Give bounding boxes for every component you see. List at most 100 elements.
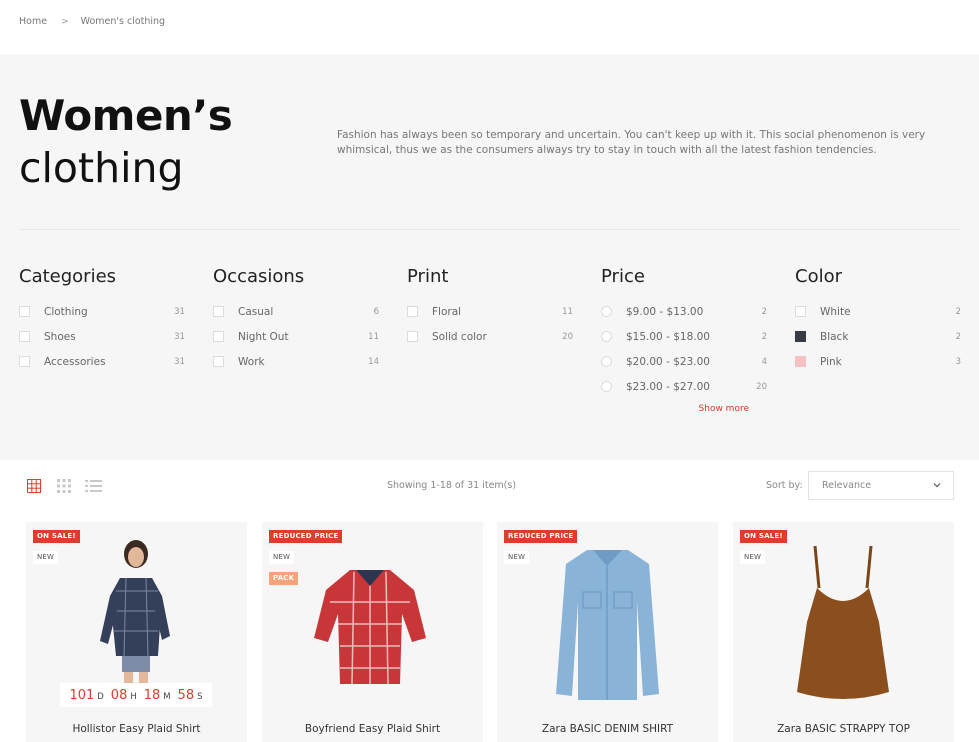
facet-title: Print	[407, 266, 449, 287]
facet-categories: Categories Clothing 31 Shoes 31 Accessorie…	[19, 266, 185, 374]
checkbox[interactable]	[19, 306, 30, 317]
facet-price: Price $9.00 - $13.00 2 $15.00 - $18.00 2 $…	[601, 266, 767, 414]
facet-item-clothing[interactable]: Clothing 31	[19, 299, 185, 324]
breadcrumb: Home > Women's clothing	[19, 16, 165, 27]
facet-item-count: 20	[756, 381, 767, 392]
product-card[interactable]: REDUCED PRICE NEW Zara BASIC DENIM SHIRT	[497, 522, 718, 742]
facet-item-count: 6	[373, 306, 379, 317]
facet-item-count: 14	[368, 356, 379, 367]
facet-item-pink[interactable]: Pink 3	[795, 349, 961, 374]
facet-item-label: $15.00 - $18.00	[626, 330, 710, 343]
radio[interactable]	[601, 356, 612, 367]
product-name[interactable]: Zara BASIC DENIM SHIRT	[497, 723, 718, 735]
color-swatch-white[interactable]	[795, 306, 806, 317]
flag-reduced-price: REDUCED PRICE	[269, 530, 343, 543]
flag-new: NEW	[33, 551, 59, 564]
page-title-light: clothing	[19, 144, 184, 192]
countdown-minutes: 18	[143, 687, 161, 703]
flag-on-sale: ON SALE!	[33, 530, 80, 543]
flag-on-sale: ON SALE!	[740, 530, 787, 543]
checkbox[interactable]	[213, 331, 224, 342]
product-card[interactable]: REDUCED PRICE NEW PACK Boyfriend Easy Pl…	[262, 522, 483, 742]
checkbox[interactable]	[19, 331, 30, 342]
countdown-minutes-unit: M	[163, 691, 171, 702]
facet-item-count: 20	[562, 331, 573, 342]
flag-new: NEW	[504, 551, 530, 564]
facet-item-solid-color[interactable]: Solid color 20	[407, 324, 573, 349]
radio[interactable]	[601, 306, 612, 317]
facet-item-label: Pink	[820, 355, 842, 368]
facet-item-label: $9.00 - $13.00	[626, 305, 704, 318]
breadcrumb-home-link[interactable]: Home	[19, 16, 47, 27]
checkbox[interactable]	[407, 331, 418, 342]
checkbox[interactable]	[407, 306, 418, 317]
facet-item-price-1[interactable]: $9.00 - $13.00 2	[601, 299, 767, 324]
countdown-seconds: 58	[177, 687, 195, 703]
page-title-bold: Women’s	[19, 91, 233, 140]
facet-item-shoes[interactable]: Shoes 31	[19, 324, 185, 349]
product-name[interactable]: Hollistor Easy Plaid Shirt	[26, 723, 247, 735]
facet-item-count: 11	[368, 331, 379, 342]
product-image-plaid-shirt-model[interactable]	[96, 536, 176, 686]
facet-item-price-4[interactable]: $23.00 - $27.00 20	[601, 374, 767, 399]
color-swatch-black[interactable]	[795, 331, 806, 342]
product-image-strappy-top[interactable]	[793, 544, 893, 704]
facet-item-label: Night Out	[238, 330, 289, 343]
checkbox[interactable]	[19, 356, 30, 367]
facet-item-price-3[interactable]: $20.00 - $23.00 4	[601, 349, 767, 374]
facet-item-label: Work	[238, 355, 265, 368]
product-image-red-plaid-shirt[interactable]	[310, 562, 430, 692]
facet-item-white[interactable]: White 2	[795, 299, 961, 324]
sort-select[interactable]: Relevance	[808, 471, 954, 500]
facet-item-count: 3	[955, 356, 961, 367]
facet-item-floral[interactable]: Floral 11	[407, 299, 573, 324]
facet-color: Color White 2 Black 2 Pink 3	[795, 266, 961, 374]
grid-small-icon[interactable]	[57, 478, 73, 493]
facet-item-count: 11	[562, 306, 573, 317]
radio[interactable]	[601, 381, 612, 392]
countdown-days: 101	[69, 687, 95, 703]
radio[interactable]	[601, 331, 612, 342]
facet-title: Categories	[19, 266, 117, 287]
facet-item-count: 2	[955, 306, 961, 317]
facet-item-accessories[interactable]: Accessories 31	[19, 349, 185, 374]
facet-item-casual[interactable]: Casual 6	[213, 299, 379, 324]
sort-label: Sort by:	[766, 480, 803, 491]
facet-item-work[interactable]: Work 14	[213, 349, 379, 374]
checkbox[interactable]	[213, 306, 224, 317]
grid-large-icon[interactable]	[27, 478, 43, 493]
product-name[interactable]: Zara BASIC STRAPPY TOP	[733, 723, 954, 735]
category-description: Fashion has always been so temporary and…	[337, 129, 926, 156]
facet-item-label: Floral	[432, 305, 462, 318]
product-image-denim-shirt[interactable]	[545, 544, 670, 706]
checkbox[interactable]	[213, 356, 224, 367]
facet-item-count: 2	[761, 306, 767, 317]
flag-new: NEW	[269, 551, 295, 564]
facet-item-label: Black	[820, 330, 849, 343]
facet-occasions: Occasions Casual 6 Night Out 11 Work 14	[213, 266, 379, 374]
facet-item-label: Shoes	[44, 330, 76, 343]
chevron-down-icon	[932, 480, 942, 493]
facet-item-count: 4	[761, 356, 767, 367]
list-view-icon[interactable]	[85, 478, 102, 492]
facet-item-count: 2	[761, 331, 767, 342]
facet-item-label: White	[820, 305, 851, 318]
facet-item-label: Clothing	[44, 305, 88, 318]
facet-item-label: Solid color	[432, 330, 487, 343]
product-card[interactable]: ON SALE! NEW Zara BASIC STRAPPY TOP	[733, 522, 954, 742]
countdown-hours-unit: H	[130, 691, 137, 702]
facet-title: Color	[795, 266, 842, 287]
facet-item-black[interactable]: Black 2	[795, 324, 961, 349]
facet-item-night-out[interactable]: Night Out 11	[213, 324, 379, 349]
flag-new: NEW	[740, 551, 766, 564]
breadcrumb-current: Women's clothing	[80, 16, 166, 27]
deal-countdown: 101 D 08 H 18 M 58 S	[60, 683, 212, 707]
color-swatch-pink[interactable]	[795, 356, 806, 367]
show-more-link[interactable]: Show more	[601, 404, 749, 414]
product-card[interactable]: ON SALE! NEW 101 D 08 H 18 M 58 S Hollistor …	[26, 522, 247, 742]
countdown-seconds-unit: S	[197, 691, 203, 702]
product-name[interactable]: Boyfriend Easy Plaid Shirt	[262, 723, 483, 735]
facet-item-count: 31	[174, 306, 185, 317]
facet-item-price-2[interactable]: $15.00 - $18.00 2	[601, 324, 767, 349]
facet-title: Price	[601, 266, 645, 287]
